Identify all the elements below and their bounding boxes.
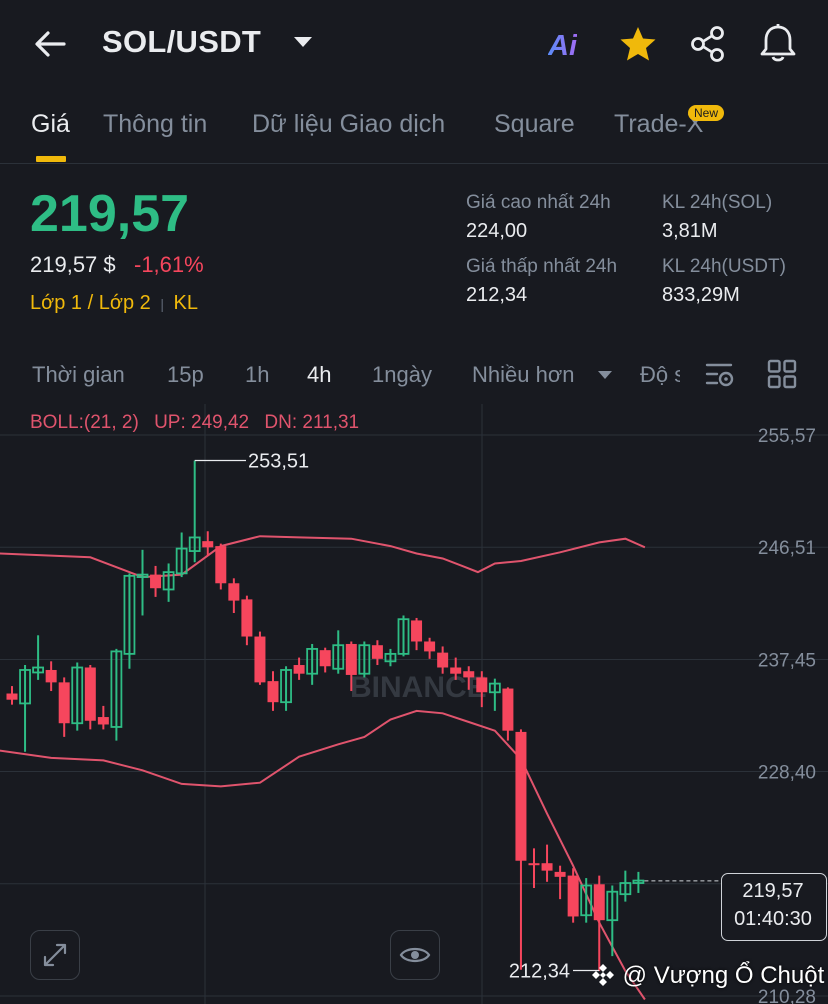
binance-logo-icon [592,964,614,986]
candle-body [476,677,488,693]
last-price-tag-value: 219,57 [742,880,804,902]
candle-body [267,681,279,703]
tab-price[interactable]: Giá [31,110,70,139]
y-tick-label: 255,57 [758,426,816,447]
tab-trading-data[interactable]: Dữ liệu Giao dịch [252,110,445,139]
top-bar: SOL/USDT Ai [0,0,828,90]
price-change: -1,61% [134,252,204,277]
candle-body [202,541,214,548]
layer-tag[interactable]: Lớp 1 / Lớp 2 [30,292,151,314]
candle-body [345,643,357,675]
candle-body [97,717,109,725]
boll-lower-band [0,709,646,1001]
usd-price: 219,57 $ [30,252,116,277]
candle-body [437,652,449,668]
candle-body [463,671,475,678]
low-24h-value: 212,34 [466,284,528,306]
interval-1d[interactable]: 1ngày [372,362,432,388]
y-tick-label: 228,40 [758,763,816,784]
interval-time[interactable]: Thời gian [32,362,125,388]
high-24h-label: Giá cao nhất 24h [466,192,611,213]
y-tick-label: 237,45 [758,650,816,671]
new-badge: New [688,105,725,121]
boll-up: UP: 249,42 [154,412,250,433]
candle-body [241,599,253,637]
last-price: 219,57 [30,185,190,243]
candle-body [228,583,240,601]
indicator-settings-icon[interactable] [704,358,736,390]
grid-layout-icon[interactable] [766,358,798,390]
eye-icon [399,947,431,963]
candle-body [411,620,423,642]
candle-body [424,641,436,652]
vol-quote-label: KL 24h(USDT) [662,256,786,277]
candle-countdown: 01:40:30 [734,908,812,930]
ai-label: Ai [548,30,577,62]
tag-separator: | [160,296,164,312]
bell-icon[interactable] [758,22,798,64]
low-24h-label: Giá thấp nhất 24h [466,256,618,277]
credit-watermark: @ Vượng Ổ Chuột [590,962,824,990]
candle-body [593,884,605,921]
vol-base-value: 3,81M [662,220,718,242]
chevron-down-icon[interactable] [292,34,314,50]
candle-body [541,863,553,871]
tab-info[interactable]: Thông tin [103,110,207,139]
chevron-down-icon[interactable] [597,370,613,380]
y-tick-label: 246,51 [758,538,816,559]
back-arrow-icon[interactable] [30,26,70,62]
candle-body [528,863,540,866]
high-marker-label: 253,51 [248,451,309,473]
candle-body [45,669,57,683]
interval-15m[interactable]: 15p [167,362,204,388]
high-24h-value: 224,00 [466,220,528,242]
candle-body [567,875,579,917]
tab-square[interactable]: Square [494,110,575,139]
divider [0,163,828,164]
category-tags: Lớp 1 / Lớp 2 | KL [30,292,198,315]
candle-body [293,665,305,674]
expand-icon [43,943,67,967]
share-icon[interactable] [688,24,728,64]
low-marker-label: 212,34 [509,960,570,982]
boll-label: BOLL:(21, 2) [30,412,139,433]
candlestick-chart[interactable]: BINANCE255,57246,51237,45228,40219,34210… [0,404,828,1004]
candle-body [554,871,566,877]
candle-body [215,546,227,584]
interval-4h[interactable]: 4h [307,362,331,388]
fullscreen-button[interactable] [30,930,80,980]
candle-body [450,667,462,674]
candle-body [150,574,162,589]
vol-base-label: KL 24h(SOL) [662,192,773,213]
candle-body [254,636,266,683]
vol-quote-value: 833,29M [662,284,740,306]
pair-title[interactable]: SOL/USDT [102,24,261,60]
depth-tab[interactable]: Độ s [640,362,680,388]
boll-dn: DN: 211,31 [264,412,360,433]
interval-more[interactable]: Nhiều hơn [472,362,575,388]
candle-body [6,693,18,700]
boll-legend: BOLL:(21, 2) UP: 249,42 DN: 211,31 [30,412,359,434]
credit-text: @ Vượng Ổ Chuột [622,962,825,989]
candle-body [319,650,331,667]
candle-body [502,688,514,731]
candle-body [515,731,527,861]
favorite-star-icon[interactable] [618,24,658,64]
interval-1h[interactable]: 1h [245,362,269,388]
visibility-toggle-button[interactable] [390,930,440,980]
candle-body [371,645,383,659]
candle-body [84,667,96,721]
boll-upper-band [0,535,646,579]
kl-tag[interactable]: KL [174,292,198,314]
ai-icon[interactable]: Ai [548,30,577,63]
candle-body [58,682,70,724]
active-tab-indicator [36,156,66,162]
